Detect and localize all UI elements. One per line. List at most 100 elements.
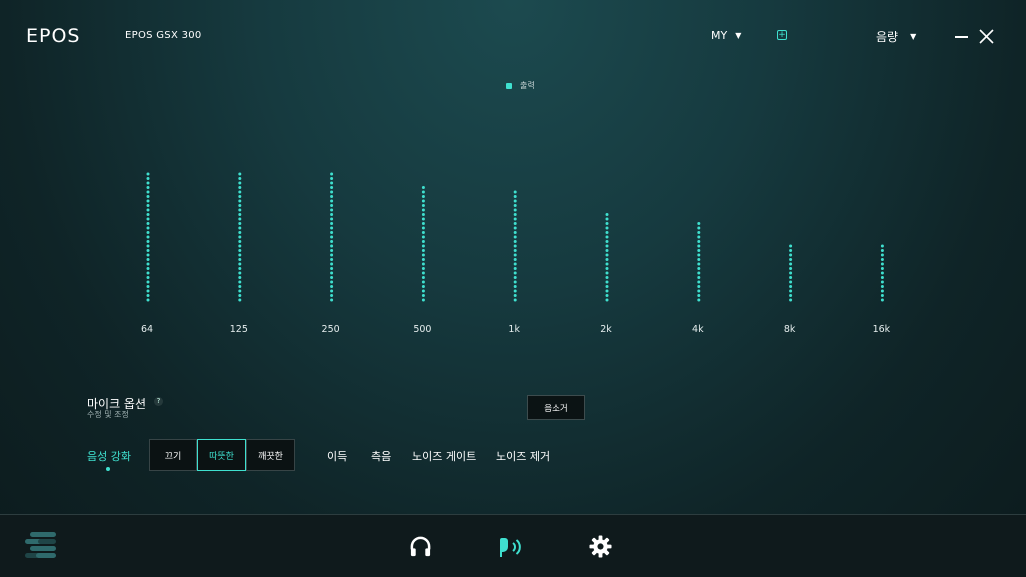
- eq-dot: [697, 298, 701, 302]
- eq-dot: [330, 267, 334, 270]
- eq-dot: [146, 199, 150, 203]
- eq-dot: [238, 258, 242, 261]
- eq-band-8k[interactable]: [789, 244, 793, 302]
- eq-dot: [330, 253, 334, 257]
- eq-dot: [421, 285, 425, 288]
- eq-dot: [513, 235, 517, 239]
- preset-warm-button[interactable]: 따뜻한: [197, 439, 246, 471]
- preset-clear-button[interactable]: 깨끗한: [246, 439, 295, 471]
- eq-dot: [146, 267, 150, 270]
- eq-dot: [330, 262, 334, 266]
- equalizer-graph[interactable]: [0, 0, 1026, 340]
- eq-dot: [330, 249, 334, 252]
- eq-dot: [238, 271, 242, 275]
- eq-dot: [880, 244, 884, 248]
- eq-dot: [330, 289, 334, 293]
- tab-sidetone[interactable]: 측음: [371, 448, 391, 464]
- eq-dot: [330, 280, 334, 284]
- microphone-icon[interactable]: [498, 535, 524, 559]
- eq-dot: [513, 199, 517, 203]
- eq-dot: [789, 285, 793, 288]
- eq-dot: [513, 285, 517, 288]
- eq-dot: [238, 213, 242, 216]
- eq-band-4k[interactable]: [697, 222, 701, 302]
- eq-dot: [330, 217, 334, 221]
- eq-dot: [697, 253, 701, 257]
- eq-dot: [697, 226, 701, 230]
- eq-band-250[interactable]: [330, 172, 334, 302]
- tab-noise-gate[interactable]: 노이즈 게이트: [412, 448, 476, 464]
- eq-dot: [697, 280, 701, 284]
- eq-dot: [238, 217, 242, 221]
- eq-band-label: 125: [229, 324, 248, 335]
- eq-dot: [238, 235, 242, 239]
- eq-dot: [421, 190, 425, 194]
- eq-band-64[interactable]: [146, 172, 150, 302]
- tab-gain[interactable]: 이득: [327, 448, 347, 464]
- eq-dot: [697, 240, 701, 243]
- eq-dot: [330, 204, 334, 207]
- eq-dot: [146, 289, 150, 293]
- tab-noise-reduction[interactable]: 노이즈 제거: [496, 448, 550, 464]
- eq-dot: [513, 231, 517, 234]
- eq-dot: [789, 253, 793, 257]
- eq-dot: [880, 271, 884, 275]
- eq-dot: [146, 235, 150, 239]
- eq-dot: [330, 181, 334, 185]
- eq-dot: [146, 298, 150, 302]
- eq-dot: [238, 262, 242, 266]
- eq-dot: [513, 204, 517, 207]
- eq-dot: [146, 226, 150, 230]
- eq-dot: [697, 231, 701, 234]
- headphones-icon[interactable]: [409, 535, 432, 558]
- eq-band-label: 16k: [872, 324, 891, 335]
- eq-dot: [605, 262, 609, 266]
- eq-dot: [513, 240, 517, 243]
- eq-dot: [146, 280, 150, 284]
- eq-dot: [330, 294, 334, 297]
- eq-band-label: 1k: [508, 324, 520, 335]
- eq-dot: [146, 253, 150, 257]
- eq-dot: [421, 258, 425, 261]
- eq-dot: [330, 172, 334, 176]
- help-icon[interactable]: ?: [154, 397, 163, 406]
- eq-dot: [697, 244, 701, 248]
- eq-dot: [238, 222, 242, 225]
- eq-dot: [605, 217, 609, 221]
- eq-dot: [238, 289, 242, 293]
- eq-dot: [146, 258, 150, 261]
- eq-dot: [330, 190, 334, 194]
- eq-dot: [605, 253, 609, 257]
- eq-dot: [146, 285, 150, 288]
- eq-dot: [146, 213, 150, 216]
- eq-dot: [238, 253, 242, 257]
- eq-band-16k[interactable]: [880, 244, 884, 302]
- mute-button[interactable]: 음소거: [527, 395, 585, 420]
- eq-band-2k[interactable]: [605, 213, 609, 302]
- eq-band-1k[interactable]: [513, 190, 517, 302]
- eq-dot: [697, 276, 701, 279]
- eq-dot: [789, 271, 793, 275]
- eq-dot: [330, 222, 334, 225]
- eq-dot: [421, 231, 425, 234]
- eq-dot: [605, 294, 609, 297]
- eq-dot: [421, 186, 425, 189]
- eq-dot: [238, 208, 242, 212]
- eq-dot: [605, 231, 609, 234]
- eq-dot: [513, 258, 517, 261]
- eq-dot: [330, 231, 334, 234]
- tab-voice-enhance[interactable]: 음성 강화: [87, 448, 131, 464]
- settings-icon[interactable]: [589, 535, 612, 558]
- preset-off-button[interactable]: 끄기: [149, 439, 197, 471]
- eq-dot: [789, 280, 793, 284]
- eq-dot: [330, 226, 334, 230]
- eq-dot: [697, 222, 701, 225]
- eq-dot: [789, 244, 793, 248]
- eq-dot: [605, 276, 609, 279]
- eq-dot: [605, 213, 609, 216]
- menu-icon[interactable]: [24, 530, 58, 564]
- eq-dot: [789, 289, 793, 293]
- eq-band-500[interactable]: [421, 186, 425, 302]
- eq-band-label: 2k: [600, 324, 612, 335]
- eq-band-125[interactable]: [238, 172, 242, 302]
